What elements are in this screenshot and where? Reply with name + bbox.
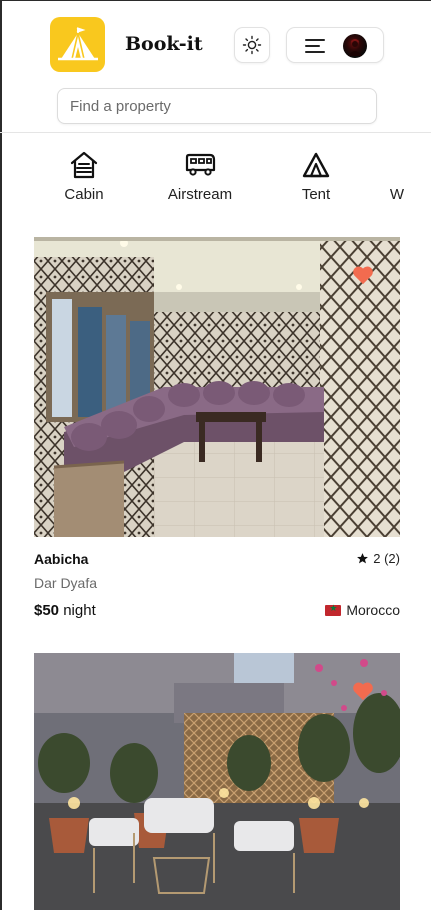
category-label: Airstream — [167, 186, 233, 203]
avatar — [343, 34, 367, 58]
category-label: W — [389, 186, 405, 203]
favorite-heart-icon[interactable] — [352, 681, 374, 701]
morocco-flag-icon — [325, 603, 342, 616]
theme-toggle-button[interactable] — [234, 27, 270, 63]
brand-name: Book-it — [125, 33, 203, 55]
listing-photo[interactable] — [34, 237, 400, 537]
listing-title-row: Aabicha 2 (2) — [34, 551, 400, 571]
navbar: Book-it — [0, 0, 431, 133]
listing-name: Aabicha — [34, 551, 89, 567]
category-airstream[interactable]: Airstream — [155, 150, 245, 203]
rating-value: 2 (2) — [373, 551, 400, 566]
listing-price: $50 night — [34, 602, 96, 619]
listing-card[interactable] — [34, 653, 400, 910]
category-bar: Cabin Airstream Tent W — [0, 134, 431, 216]
listing-rating: 2 (2) — [356, 551, 400, 566]
user-menu-button[interactable] — [286, 27, 384, 63]
tent-logo-icon — [57, 26, 98, 60]
listing-subtitle: Dar Dyafa — [34, 575, 98, 591]
logo[interactable] — [50, 17, 105, 72]
category-tent[interactable]: Tent — [271, 150, 361, 203]
country-name: Morocco — [346, 602, 400, 618]
category-partial[interactable]: W — [352, 150, 431, 203]
listing-country: Morocco — [325, 602, 400, 618]
cabin-icon — [70, 151, 98, 179]
hamburger-icon — [305, 39, 325, 53]
airstream-icon — [185, 153, 216, 176]
category-label: Tent — [301, 186, 331, 203]
favorite-heart-icon[interactable] — [352, 265, 374, 285]
search-input[interactable] — [57, 88, 377, 124]
listing-card[interactable]: Aabicha 2 (2) Dar Dyafa $50 night Morocc… — [34, 237, 400, 619]
tent-icon — [302, 152, 330, 178]
star-icon — [357, 553, 369, 564]
category-label: Cabin — [64, 186, 104, 203]
listing-photo[interactable] — [34, 653, 400, 910]
sun-icon — [242, 35, 262, 55]
price-unit: night — [63, 602, 96, 619]
category-cabin[interactable]: Cabin — [39, 150, 129, 203]
listing-price-row: $50 night Morocco — [34, 602, 400, 622]
price-amount: $50 — [34, 602, 60, 619]
